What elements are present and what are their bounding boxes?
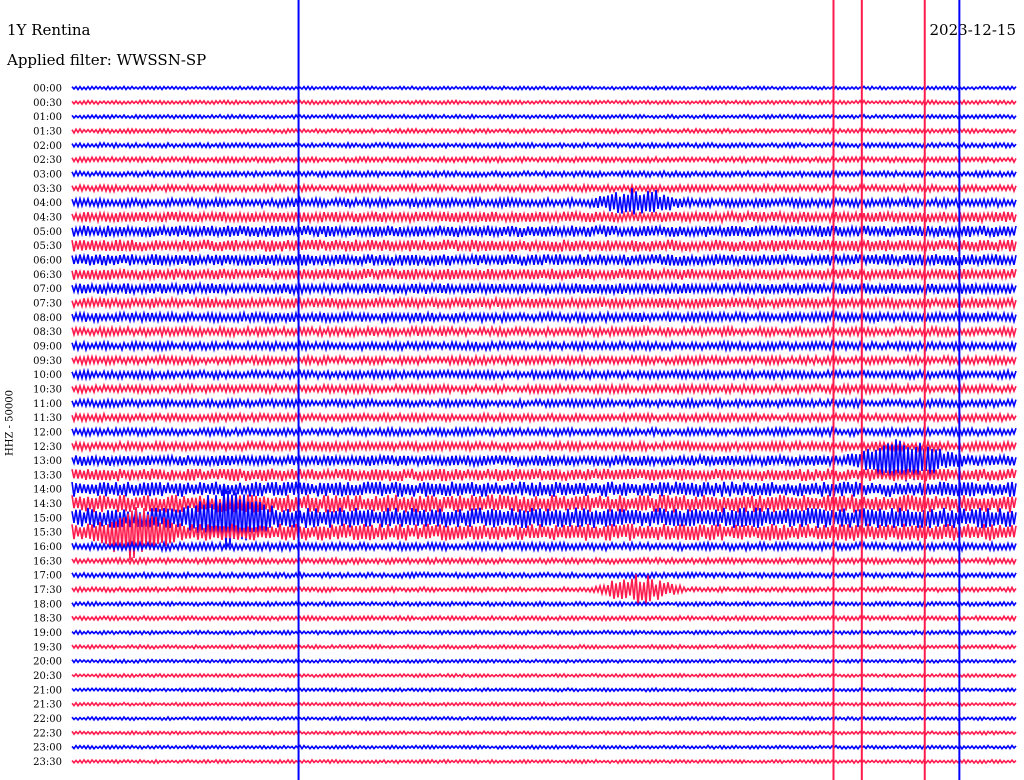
y-tick-label: 08:30 [33,327,62,338]
y-tick-label: 18:30 [33,614,62,625]
y-tick-label: 21:30 [33,700,62,711]
y-tick-label: 00:00 [33,84,62,95]
trace-2030 [71,672,1017,679]
trace-0300 [71,169,1017,180]
trace-0700 [71,280,1017,297]
y-tick-label: 01:30 [33,126,62,137]
trace-0630 [71,266,1017,283]
y-tick-label: 12:30 [33,442,62,453]
y-tick-label: 20:00 [33,657,62,668]
trace-1100 [71,396,1017,411]
trace-2130 [71,701,1017,708]
y-tick-label: 17:00 [33,571,62,582]
trace-1030 [71,381,1017,396]
trace-0730 [71,295,1017,311]
trace-0500 [71,223,1017,239]
y-tick-label: 10:00 [33,370,62,381]
y-tick-label: 08:00 [33,313,62,324]
y-tick-label: 15:30 [33,528,62,539]
y-tick-label: 10:30 [33,384,62,395]
trace-2100 [71,686,1017,693]
y-tick-label: 21:00 [33,685,62,696]
trace-2300 [71,744,1017,751]
trace-0200 [71,141,1017,150]
y-tick-label: 01:00 [33,112,62,123]
trace-1230 [71,438,1017,454]
trace-0800 [71,309,1017,325]
trace-1000 [71,367,1017,382]
trace-0400 [71,188,1017,215]
y-tick-label: 17:30 [33,585,62,596]
trace-0000 [71,84,1017,92]
y-tick-label: 05:00 [33,227,62,238]
y-tick-label: 14:30 [33,499,62,510]
trace-0900 [71,338,1017,354]
y-tick-label: 03:30 [33,184,62,195]
trace-2200 [71,715,1017,722]
trace-1700 [71,570,1017,580]
trace-1930 [71,643,1017,651]
y-tick-label: 06:00 [33,255,62,266]
y-tick-label: 09:30 [33,356,62,367]
y-tick-label: 23:00 [33,743,62,754]
y-tick-label: 16:00 [33,542,62,553]
y-tick-label: 04:00 [33,198,62,209]
y-tick-label: 11:30 [33,413,62,424]
y-tick-label: 04:30 [33,212,62,223]
trace-2000 [71,658,1017,665]
trace-0330 [71,182,1017,195]
y-tick-label: 23:30 [33,757,62,768]
helicorder-plot: 00:00 00:30 01:00 01:30 02:00 02:30 03:00 03:30… [33,0,1017,780]
trace-0830 [71,324,1017,339]
y-tick-label: 07:30 [33,298,62,309]
trace-1400 [71,481,1017,497]
trace-1600 [71,539,1017,554]
trace-1830 [71,614,1017,623]
trace-0130 [71,127,1017,135]
trace-2330 [71,758,1017,765]
trace-0530 [71,237,1017,254]
trace-1130 [71,411,1017,425]
y-tick-label: 13:30 [33,470,62,481]
trace-0230 [71,154,1017,165]
y-tick-label: 05:30 [33,241,62,252]
trace-1630 [71,555,1017,566]
y-tick-label: 03:00 [33,169,62,180]
trace-2230 [71,729,1017,736]
y-tick-label: 19:30 [33,642,62,653]
trace-0100 [71,113,1017,121]
y-tick-label: 00:30 [33,98,62,109]
trace-1330 [71,467,1017,483]
trace-0930 [71,353,1017,368]
y-tick-label: 13:00 [33,456,62,467]
trace-1800 [71,599,1017,608]
y-tick-label: 09:00 [33,341,62,352]
y-tick-label: 14:00 [33,485,62,496]
y-tick-label: 16:30 [33,556,62,567]
y-tick-label: 02:30 [33,155,62,166]
y-tick-label: 06:30 [33,270,62,281]
trace-1200 [71,425,1017,439]
y-tick-label: 22:00 [33,714,62,725]
trace-0430 [71,208,1017,225]
trace-1430 [71,494,1017,513]
y-tick-label: 12:00 [33,427,62,438]
trace-0030 [71,98,1017,106]
y-tick-label: 22:30 [33,728,62,739]
y-tick-label: 15:00 [33,513,62,524]
y-tick-label: 02:00 [33,141,62,152]
y-tick-label: 18:00 [33,599,62,610]
y-tick-label: 07:00 [33,284,62,295]
trace-1900 [71,629,1017,637]
y-tick-label: 19:00 [33,628,62,639]
y-tick-label: 11:00 [33,399,62,410]
y-tick-label: 20:30 [33,671,62,682]
trace-0600 [71,252,1017,268]
